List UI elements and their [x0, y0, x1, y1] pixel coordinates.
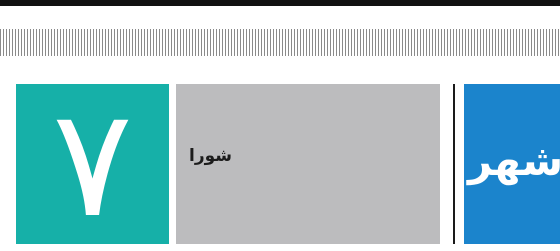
hatched-band: [0, 29, 560, 56]
page-number: ۷: [52, 77, 133, 251]
category-box: شهر: [464, 84, 560, 244]
category-label: شهر: [468, 136, 560, 185]
page-number-box: ۷: [16, 84, 169, 244]
section-box: شورا: [176, 84, 440, 244]
section-label: شورا: [189, 146, 232, 166]
top-spacer: [0, 6, 560, 29]
vertical-divider: [453, 84, 455, 244]
